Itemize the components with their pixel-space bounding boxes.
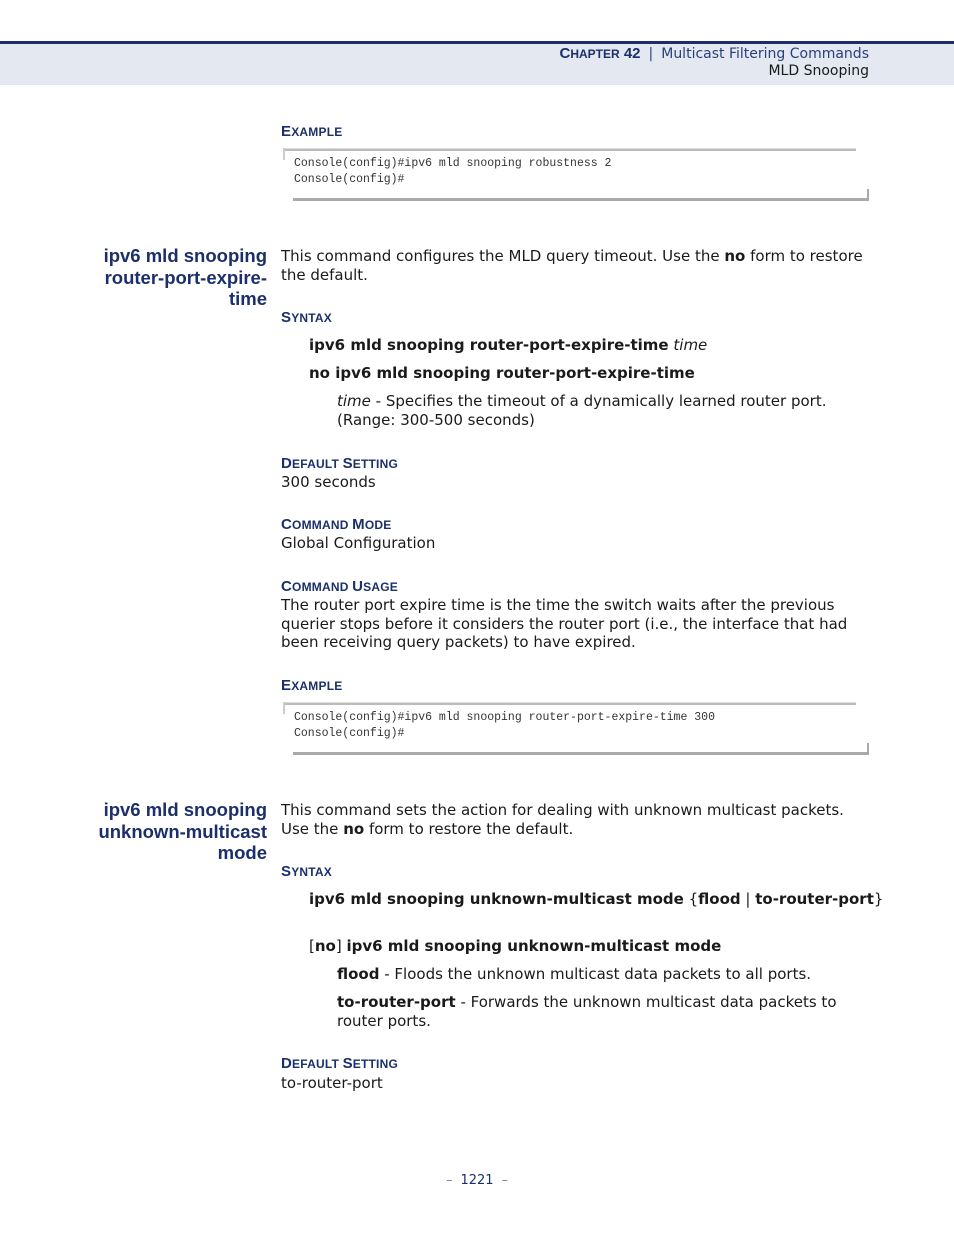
command-title: ipv6 mld snooping unknown-multicast mode bbox=[98, 799, 267, 863]
command-description: This command sets the action for dealing… bbox=[281, 801, 844, 838]
syntax-line: ipv6 mld snooping unknown-multicast mode… bbox=[309, 890, 884, 908]
chapter-label: CHAPTER 42 bbox=[559, 45, 641, 62]
parameter-description: flood - Floods the unknown multicast dat… bbox=[337, 965, 812, 983]
command-usage-text: The router port expire time is the time … bbox=[281, 596, 848, 651]
code-text: Console(config)#ipv6 mld snooping router… bbox=[294, 711, 715, 740]
command-mode-heading: COMMAND MODE bbox=[281, 516, 392, 533]
default-setting-heading: DEFAULT SETTING bbox=[281, 1055, 398, 1072]
page-number: 1221 bbox=[460, 1173, 494, 1188]
syntax-line-no: [no] ipv6 mld snooping unknown-multicast… bbox=[309, 937, 722, 955]
chapter-heading: CHAPTER 42 | Multicast Filtering Commands bbox=[559, 45, 869, 62]
default-setting-value: 300 seconds bbox=[281, 473, 376, 491]
page-footer: –1221– bbox=[445, 1173, 509, 1188]
header-separator: | bbox=[648, 46, 654, 62]
code-example: Console(config)#ipv6 mld snooping robust… bbox=[283, 148, 869, 201]
parameter-description: to-router-port - Forwards the unknown mu… bbox=[337, 993, 837, 1030]
syntax-heading: SYNTAX bbox=[281, 863, 332, 880]
chapter-title: Multicast Filtering Commands bbox=[661, 46, 869, 62]
syntax-heading: SYNTAX bbox=[281, 309, 332, 326]
code-example: Console(config)#ipv6 mld snooping router… bbox=[283, 702, 869, 755]
command-title: ipv6 mld snooping router-port-expire-time bbox=[103, 245, 267, 309]
default-setting-value: to-router-port bbox=[281, 1074, 383, 1092]
syntax-line: ipv6 mld snooping router-port-expire-tim… bbox=[309, 336, 708, 354]
example-heading: EXAMPLE bbox=[281, 677, 343, 694]
section-title: MLD Snooping bbox=[768, 63, 869, 79]
command-mode-value: Global Configuration bbox=[281, 534, 436, 552]
default-setting-heading: DEFAULT SETTING bbox=[281, 455, 398, 472]
command-description: This command configures the MLD query ti… bbox=[281, 247, 863, 284]
command-usage-heading: COMMAND USAGE bbox=[281, 578, 398, 595]
example-heading: EXAMPLE bbox=[281, 123, 343, 140]
code-text: Console(config)#ipv6 mld snooping robust… bbox=[294, 157, 612, 186]
syntax-line-no: no ipv6 mld snooping router-port-expire-… bbox=[309, 364, 695, 382]
parameter-description: time - Specifies the timeout of a dynami… bbox=[337, 392, 827, 429]
